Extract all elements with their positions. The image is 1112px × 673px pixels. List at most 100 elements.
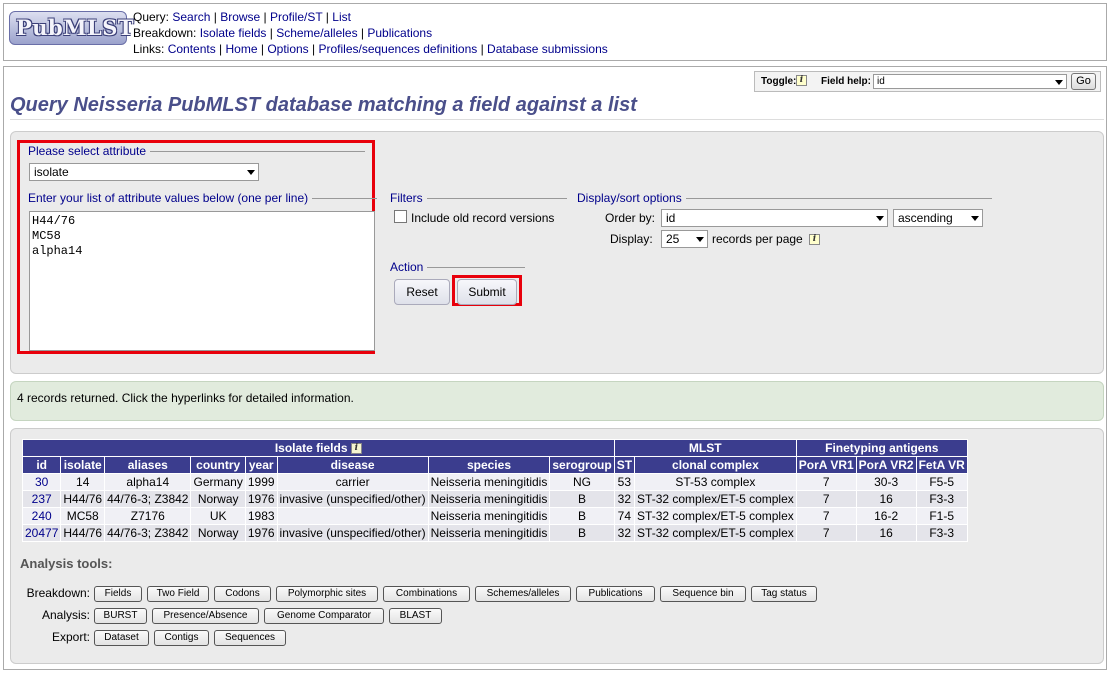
order-by-select[interactable]: id xyxy=(661,209,888,227)
table-group-header-row: Isolate fields i MLST Finetyping antigen… xyxy=(22,439,968,457)
table-row: 237 H44/76 44/76-3; Z3842 Norway 1976 in… xyxy=(21,490,968,508)
tool-button-schemes-alleles[interactable]: Schemes/alleles xyxy=(475,586,571,602)
column-header-st[interactable]: ST xyxy=(613,456,636,474)
cell-disease: carrier xyxy=(276,473,429,491)
go-button[interactable]: Go xyxy=(1071,73,1096,90)
column-header-id[interactable]: id xyxy=(21,456,62,474)
display-count-select[interactable]: 25 xyxy=(661,230,708,248)
query-form-box: Please select attribute isolate Enter yo… xyxy=(10,131,1104,374)
column-header-country[interactable]: country xyxy=(190,456,246,474)
pubmlst-logo[interactable]: PubMLST xyxy=(9,11,134,45)
menu-link-profiles-definitions[interactable]: Profiles/sequences definitions xyxy=(318,42,477,56)
menu-link-profile-st[interactable]: Profile/ST xyxy=(270,10,322,24)
order-by-label: Order by: xyxy=(605,211,656,225)
reset-button[interactable]: Reset xyxy=(394,279,450,305)
menu-query-prefix: Query: xyxy=(133,10,173,24)
cell-pora-vr2: 16 xyxy=(855,490,917,508)
menu-link-contents[interactable]: Contents xyxy=(168,42,216,56)
tool-button-blast[interactable]: BLAST xyxy=(389,608,442,624)
menu-link-search[interactable]: Search xyxy=(172,10,210,24)
order-direction-select[interactable]: ascending xyxy=(893,209,983,227)
table-row: 20477 H44/76 44/76-3; Z3842 Norway 1976 … xyxy=(21,524,968,542)
column-header-isolate[interactable]: isolate xyxy=(60,456,106,474)
display-label: Display: xyxy=(610,232,653,246)
chevron-down-icon xyxy=(876,216,884,221)
toggle-info-icon[interactable]: i xyxy=(796,75,807,86)
values-textarea[interactable] xyxy=(29,211,375,351)
field-help-select[interactable]: id xyxy=(873,74,1067,89)
menu-links-line: Links: Contents | Home | Options | Profi… xyxy=(133,42,608,56)
tool-button-combinations[interactable]: Combinations xyxy=(383,586,470,602)
tool-button-sequences[interactable]: Sequences xyxy=(214,630,286,646)
export-label: Export: xyxy=(51,630,90,644)
column-header-clonal-complex[interactable]: clonal complex xyxy=(634,456,797,474)
column-header-pora-vr1[interactable]: PorA VR1 xyxy=(795,456,857,474)
tool-button-fields[interactable]: Fields xyxy=(94,586,142,602)
cell-aliases: 44/76-3; Z3842 xyxy=(104,490,192,508)
column-header-serogroup[interactable]: serogroup xyxy=(549,456,615,474)
cell-isolate: MC58 xyxy=(60,507,106,525)
field-help-value: id xyxy=(877,76,885,87)
column-header-year[interactable]: year xyxy=(244,456,278,474)
tool-button-codons[interactable]: Codons xyxy=(214,586,271,602)
cell-year: 1999 xyxy=(244,473,278,491)
isolate-fields-info-icon[interactable]: i xyxy=(350,443,362,455)
breakdown-label: Breakdown: xyxy=(26,586,90,600)
records-per-page-info-icon[interactable]: i xyxy=(809,232,820,246)
menu-link-home[interactable]: Home xyxy=(226,42,258,56)
column-header-disease[interactable]: disease xyxy=(276,456,429,474)
record-link[interactable]: 30 xyxy=(35,475,48,489)
tool-button-dataset[interactable]: Dataset xyxy=(94,630,149,646)
cell-species: Neisseria meningitidis xyxy=(427,524,551,542)
cell-country: UK xyxy=(190,507,246,525)
cell-st: 74 xyxy=(613,507,636,525)
values-legend: Enter your list of attribute values belo… xyxy=(25,191,313,205)
cell-id[interactable]: 240 xyxy=(21,507,62,525)
tool-button-genome-comparator[interactable]: Genome Comparator xyxy=(264,608,384,624)
attribute-select[interactable]: isolate xyxy=(29,163,259,181)
cell-st: 32 xyxy=(613,524,636,542)
help-toolbar: Toggle: i Field help: id Go xyxy=(754,71,1101,92)
cell-disease: invasive (unspecified/other) xyxy=(276,524,429,542)
record-link[interactable]: 237 xyxy=(32,492,52,506)
tool-button-tag-status[interactable]: Tag status xyxy=(751,586,817,602)
values-fieldset: Enter your list of attribute values belo… xyxy=(25,191,377,208)
cell-country: Norway xyxy=(190,490,246,508)
column-header-pora-vr2[interactable]: PorA VR2 xyxy=(855,456,917,474)
chevron-down-icon xyxy=(971,216,979,221)
field-help-label: Field help: xyxy=(821,76,871,87)
menu-link-options[interactable]: Options xyxy=(267,42,308,56)
menu-link-publications[interactable]: Publications xyxy=(367,26,432,40)
cell-feta-vr: F3-3 xyxy=(915,524,968,542)
column-header-aliases[interactable]: aliases xyxy=(104,456,192,474)
tool-button-two-field[interactable]: Two Field xyxy=(147,586,209,602)
column-header-species[interactable]: species xyxy=(427,456,551,474)
menu-link-browse[interactable]: Browse xyxy=(220,10,260,24)
cell-id[interactable]: 20477 xyxy=(21,524,62,542)
cell-year: 1983 xyxy=(244,507,278,525)
menu-link-list[interactable]: List xyxy=(332,10,351,24)
tool-button-burst[interactable]: BURST xyxy=(94,608,147,624)
cell-id[interactable]: 30 xyxy=(21,473,62,491)
cell-serogroup: B xyxy=(549,490,615,508)
cell-aliases: alpha14 xyxy=(104,473,192,491)
cell-feta-vr: F5-5 xyxy=(915,473,968,491)
cell-pora-vr1: 7 xyxy=(795,507,857,525)
cell-id[interactable]: 237 xyxy=(21,490,62,508)
submit-button[interactable]: Submit xyxy=(457,279,517,305)
cell-clonal-complex: ST-32 complex/ET-5 complex xyxy=(634,490,797,508)
tool-button-publications[interactable]: Publications xyxy=(576,586,655,602)
record-link[interactable]: 20477 xyxy=(25,526,58,540)
menu-link-isolate-fields[interactable]: Isolate fields xyxy=(200,26,267,40)
record-link[interactable]: 240 xyxy=(32,509,52,523)
tool-button-presence-absence[interactable]: Presence/Absence xyxy=(152,608,259,624)
menu-links-prefix: Links: xyxy=(133,42,168,56)
menu-link-scheme-alleles[interactable]: Scheme/alleles xyxy=(276,26,357,40)
include-old-versions-checkbox[interactable] xyxy=(394,210,407,223)
column-header-feta-vr[interactable]: FetA VR xyxy=(915,456,968,474)
tool-button-polymorphic-sites[interactable]: Polymorphic sites xyxy=(276,586,378,602)
cell-pora-vr1: 7 xyxy=(795,490,857,508)
menu-link-database-submissions[interactable]: Database submissions xyxy=(487,42,608,56)
tool-button-contigs[interactable]: Contigs xyxy=(154,630,209,646)
tool-button-sequence-bin[interactable]: Sequence bin xyxy=(660,586,746,602)
